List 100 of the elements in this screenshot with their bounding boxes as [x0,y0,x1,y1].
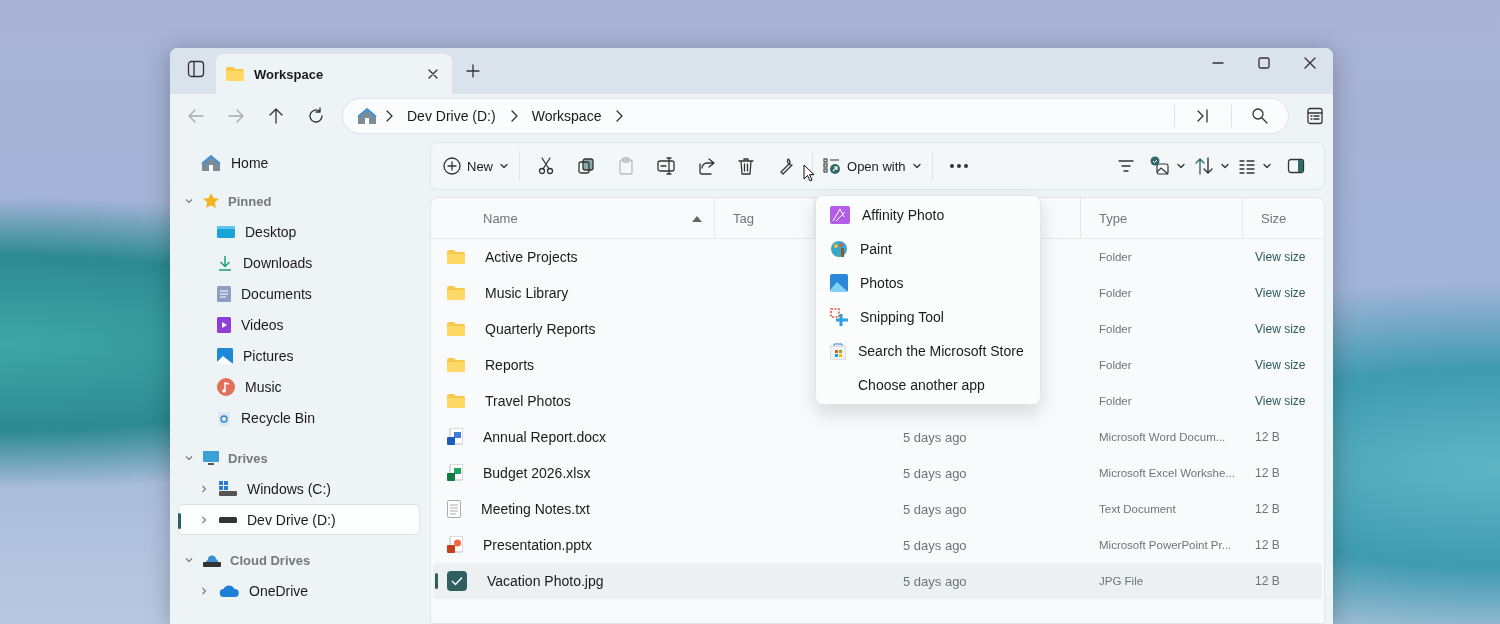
sidebar-item[interactable]: Videos [178,309,420,340]
rename-icon[interactable] [657,157,675,175]
store-icon [830,342,846,360]
file-name[interactable]: Budget 2026.xlsx [483,465,591,481]
filter-icon[interactable] [1117,157,1135,175]
folder-icon [447,250,465,264]
file-name[interactable]: Quarterly Reports [485,321,596,337]
menu-item[interactable]: Affinity Photo [820,198,1036,232]
menu-item[interactable]: Choose another app [820,368,1036,402]
column-header[interactable]: Type [1099,210,1128,226]
file-row[interactable]: Vacation Photo.jpg 5 days ago JPG File 12 B [433,563,1322,599]
file-type: JPG File [1098,575,1145,587]
clipboard-icon[interactable] [617,157,635,175]
home-item[interactable]: Home [178,146,420,180]
view-size-link[interactable]: View size [1245,286,1322,300]
file-name[interactable]: Music Library [485,285,569,301]
caret-icon[interactable] [1220,161,1230,171]
word-document-icon [447,428,463,446]
chevron-icon [184,555,194,565]
file-name[interactable]: Active Projects [485,249,578,265]
sidebar-item[interactable]: Downloads [178,247,420,278]
column-header[interactable]: Size [1261,210,1287,226]
menu-item[interactable]: Paint [820,232,1036,266]
photo-app-icon [830,274,848,292]
caret-icon[interactable] [1176,161,1186,171]
section-header[interactable]: Cloud Drives [230,552,311,568]
column-header[interactable]: Name [483,210,518,226]
palette-icon [830,240,848,258]
plus-circle-icon[interactable] [443,157,461,175]
file-name[interactable]: Meeting Notes.txt [481,501,590,517]
section-header[interactable]: Drives [228,450,268,466]
sidebar-item[interactable]: Music [178,371,420,402]
view-size-link[interactable]: View size [1245,250,1322,264]
file-name[interactable]: Vacation Photo.jpg [487,573,604,589]
menu-item[interactable]: Photos [820,266,1036,300]
folder-icon [447,286,465,300]
monitor-icon [202,449,220,467]
maximize-icon[interactable] [1257,56,1271,70]
pane-icon[interactable] [1287,157,1305,175]
view-size-link[interactable]: View size [1245,322,1322,336]
file-name[interactable]: Reports [485,357,535,373]
trash-icon[interactable] [737,157,755,175]
column-header[interactable]: Tag [733,210,754,226]
view-size-link[interactable]: View size [1245,358,1322,372]
caret-icon[interactable] [1262,161,1272,171]
sidebar-item[interactable]: Pictures [178,340,420,371]
date-modified: 5 days ago [902,465,968,481]
file-size: 12 B [1254,430,1281,444]
chevron-bar-icon[interactable] [1195,108,1211,124]
caret-icon[interactable] [911,161,922,171]
presentation-icon [447,536,463,554]
breadcrumb[interactable]: Workspace [525,104,608,128]
scissors-icon[interactable] [537,157,555,175]
caret-icon[interactable] [499,161,509,171]
spreadsheet-icon [447,464,463,482]
section-header[interactable]: Pinned [228,193,272,209]
address-bar[interactable]: Dev Drive (D:) Workspace [342,98,1289,134]
menu-item[interactable]: Snipping Tool [820,300,1036,334]
sidebar-item[interactable]: OneDrive [178,575,420,606]
file-size: 12 B [1254,574,1281,588]
copy-icon[interactable] [577,157,595,175]
folder-icon [447,358,465,372]
date-modified: 5 days ago [902,573,968,589]
image-check-icon[interactable] [1150,156,1170,176]
sort-icon[interactable] [1194,157,1214,175]
sidebar-item[interactable]: Windows (C:) [178,473,420,504]
sidebar-item[interactable]: Dev Drive (D:) [178,504,420,535]
picture-icon [217,347,233,364]
more-icon[interactable] [949,164,968,168]
close-icon[interactable] [1303,56,1317,70]
open-with-icon[interactable] [823,157,841,175]
share-icon[interactable] [697,157,715,175]
chevron-icon [199,483,209,494]
file-size: 12 B [1254,466,1281,480]
up-arrow-icon[interactable] [267,107,285,125]
document-icon [217,285,231,302]
menu-item[interactable]: Search the Microsoft Store [820,334,1036,368]
refresh-icon[interactable] [307,107,325,125]
search-icon[interactable] [1251,107,1269,125]
recycle-bin-icon [217,409,231,426]
list-view-icon[interactable] [1238,157,1256,175]
file-type: Text Document [1098,503,1177,515]
music-icon [217,377,235,396]
file-name[interactable]: Presentation.pptx [483,537,592,553]
snip-icon [830,308,848,326]
file-name[interactable]: Travel Photos [485,393,571,409]
details-pane-icon[interactable] [1306,107,1324,125]
file-name[interactable]: Annual Report.docx [483,429,606,445]
sidebar-item[interactable]: Documents [178,278,420,309]
open-with-button[interactable]: Open with [819,150,926,182]
date-modified: 5 days ago [902,501,968,517]
sidebar-toggle-icon[interactable] [187,60,205,78]
file-type: Microsoft Word Docum... [1098,431,1227,443]
view-size-link[interactable]: View size [1245,394,1322,408]
breadcrumb[interactable]: Dev Drive (D:) [401,104,502,128]
checkbox[interactable] [447,571,467,591]
sidebar-item[interactable]: Recycle Bin [178,402,420,433]
home-icon [357,107,377,125]
sidebar-item[interactable]: Desktop [178,216,420,247]
new-button[interactable]: New [439,150,513,182]
